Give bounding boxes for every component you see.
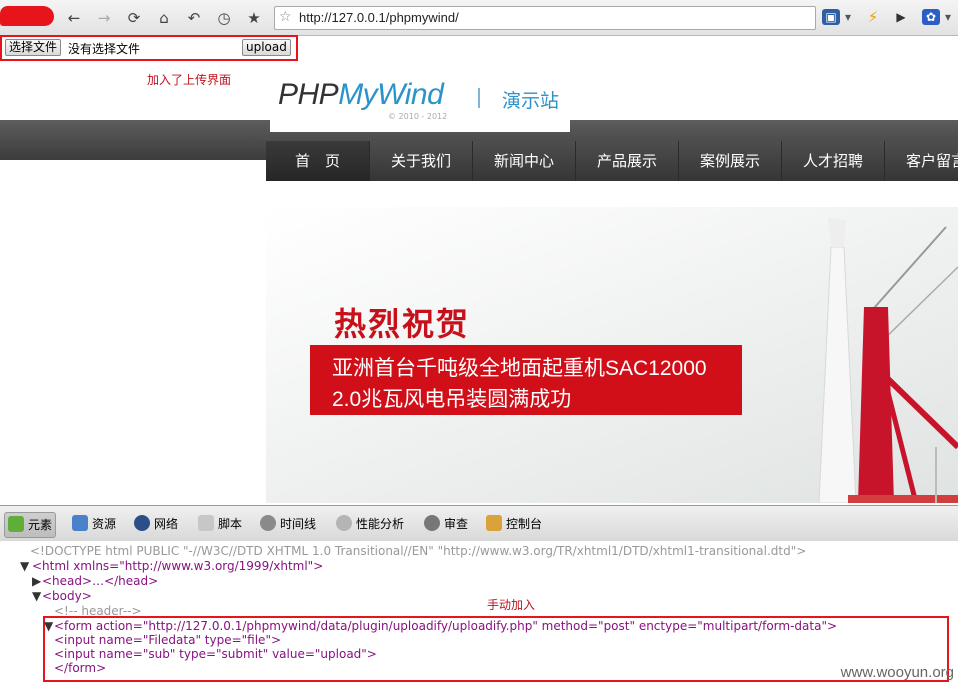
tab-scripts[interactable]: 脚本 (198, 512, 242, 536)
console-icon (486, 515, 502, 531)
logo-copyright: © 2010 - 2012 (388, 112, 448, 121)
reader-icon[interactable]: ▣ (822, 9, 840, 25)
undo-icon[interactable]: ↶ (184, 8, 204, 28)
timeline-icon (260, 515, 276, 531)
reload-icon[interactable]: ⟳ (124, 8, 144, 28)
devtools-toolbar: 元素 资源 网络 脚本 时间线 性能分析 审查 控制台 (0, 505, 958, 543)
nav-item-news[interactable]: 新闻中心 (473, 141, 576, 181)
play-icon[interactable]: ▶ (892, 7, 910, 27)
expand-body-icon[interactable]: ▼ (32, 589, 41, 603)
watermark: www.wooyun.org (840, 664, 954, 681)
dropdown-icon[interactable]: ▾ (842, 7, 854, 27)
redacted-area (0, 6, 54, 26)
banner-caption-line1: 亚洲首台千吨级全地面起重机SAC12000 (332, 357, 707, 380)
upload-annotation: 加入了上传界面 (147, 73, 232, 87)
profiles-icon (336, 515, 352, 531)
tab-resources[interactable]: 资源 (72, 512, 116, 536)
tab-elements[interactable]: 元素 (4, 512, 57, 538)
nav-item-cases[interactable]: 案例展示 (679, 141, 782, 181)
main-nav: 首 页 关于我们 新闻中心 产品展示 案例展示 人才招聘 客户留言 (266, 141, 958, 181)
expand-html-icon[interactable]: ▼ (20, 559, 29, 573)
code-input-submit[interactable]: <input name="sub" type="submit" value="u… (54, 647, 377, 661)
bookmark-star-icon[interactable]: ★ (244, 8, 264, 28)
code-form-close[interactable]: </form> (54, 661, 106, 675)
scripts-icon (198, 515, 214, 531)
browser-toolbar: ← → ⟳ ⌂ ↶ ◷ ★ ☆ http://127.0.0.1/phpmywi… (0, 0, 958, 36)
url-text: http://127.0.0.1/phpmywind/ (299, 10, 459, 25)
elements-icon (8, 516, 24, 532)
tab-network[interactable]: 网络 (134, 512, 178, 536)
hero-banner[interactable]: 热烈祝贺 亚洲首台千吨级全地面起重机SAC12000 2.0兆瓦风电吊装圆满成功 (266, 207, 958, 503)
nav-item-about[interactable]: 关于我们 (370, 141, 473, 181)
banner-caption-box: 亚洲首台千吨级全地面起重机SAC12000 2.0兆瓦风电吊装圆满成功 (310, 345, 742, 415)
nav-item-jobs[interactable]: 人才招聘 (782, 141, 885, 181)
code-input-file[interactable]: <input name="Filedata" type="file"> (54, 633, 281, 647)
code-html[interactable]: <html xmlns="http://www.w3.org/1999/xhtm… (32, 559, 323, 573)
choose-file-button[interactable]: 选择文件 (5, 39, 62, 56)
banner-caption-line2: 2.0兆瓦风电吊装圆满成功 (332, 388, 572, 411)
tab-audits[interactable]: 审查 (424, 512, 468, 536)
upload-form-highlight: 选择文件 没有选择文件 upload (0, 35, 298, 61)
tab-console[interactable]: 控制台 (486, 512, 542, 536)
lightning-icon[interactable]: ⚡ (864, 7, 882, 27)
forward-icon[interactable]: → (94, 8, 114, 28)
tab-profiles[interactable]: 性能分析 (336, 512, 404, 536)
nav-item-home[interactable]: 首 页 (266, 141, 370, 181)
code-body[interactable]: <body> (42, 589, 92, 603)
banner-headline: 热烈祝贺 (334, 305, 471, 343)
expand-form-icon[interactable]: ▼ (44, 619, 53, 633)
network-icon (134, 515, 150, 531)
back-icon[interactable]: ← (64, 8, 84, 28)
audits-icon (424, 515, 440, 531)
history-icon[interactable]: ◷ (214, 8, 234, 28)
expand-head-icon[interactable]: ▶ (32, 574, 41, 588)
logo-divider (478, 88, 480, 108)
address-bar[interactable]: ☆ http://127.0.0.1/phpmywind/ (274, 6, 816, 30)
home-icon[interactable]: ⌂ (154, 8, 174, 28)
no-file-text: 没有选择文件 (68, 42, 141, 56)
dropdown-icon-2[interactable]: ▾ (942, 7, 954, 27)
upload-button[interactable]: upload (242, 39, 291, 56)
site-subtitle: 演示站 (502, 90, 560, 112)
code-head[interactable]: <head>…</head> (42, 574, 158, 588)
tab-timeline[interactable]: 时间线 (260, 512, 316, 536)
page-star-icon[interactable]: ☆ (279, 9, 292, 25)
resources-icon (72, 515, 88, 531)
code-form[interactable]: <form action="http://127.0.0.1/phpmywind… (54, 619, 837, 633)
nav-item-products[interactable]: 产品展示 (576, 141, 679, 181)
paw-icon[interactable]: ✿ (922, 9, 940, 25)
nav-item-message[interactable]: 客户留言 (885, 141, 958, 181)
site-logo[interactable]: PHPMyWind (278, 78, 444, 112)
code-doctype[interactable]: <!DOCTYPE html PUBLIC "-//W3C//DTD XHTML… (30, 544, 806, 558)
manual-add-annotation: 手动加入 (487, 598, 536, 612)
